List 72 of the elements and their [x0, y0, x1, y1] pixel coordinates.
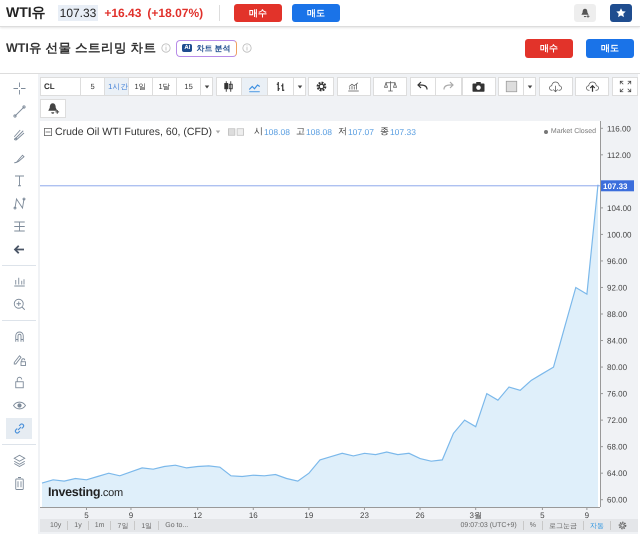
- indicators-icon[interactable]: [336, 77, 371, 96]
- link-tool-icon[interactable]: [6, 418, 32, 439]
- percent-change: (+18.07%): [147, 6, 204, 20]
- ohlc-value: 107.07: [348, 126, 374, 136]
- instrument-name: WTI유: [6, 4, 46, 22]
- y-axis-label: 116.00: [607, 124, 631, 134]
- add-alert-icon[interactable]: [40, 99, 66, 118]
- y-axis-label: 64.00: [607, 469, 628, 478]
- status-dot-icon: [544, 130, 548, 134]
- ohlc-value: 108.08: [264, 126, 290, 136]
- info-icon[interactable]: [161, 43, 172, 53]
- page-title: WTI유 선물 스트리밍 차트: [6, 40, 156, 56]
- x-axis-label: 23: [360, 511, 369, 519]
- y-axis-label: 96.00: [607, 256, 628, 266]
- y-axis-label: 84.00: [607, 336, 628, 346]
- y-axis-label: 88.00: [607, 310, 628, 319]
- x-axis-label: 5: [540, 511, 545, 519]
- x-axis-label: 9: [584, 511, 590, 519]
- cloud-upload-icon[interactable]: [575, 77, 610, 96]
- info-icon[interactable]: [242, 43, 252, 53]
- cloud-download-icon[interactable]: [538, 77, 573, 96]
- y-axis-label: 104.00: [607, 204, 632, 213]
- symbol-field[interactable]: CL: [40, 77, 82, 96]
- chart-type-dropdown-icon[interactable]: [294, 77, 306, 96]
- candles-chart-icon[interactable]: [216, 77, 242, 96]
- fullscreen-icon[interactable]: [612, 77, 638, 96]
- x-axis-label: 12: [193, 511, 202, 519]
- ohlc-label: 저: [338, 125, 347, 138]
- ohlc-value: 108.08: [306, 126, 332, 136]
- color-dropdown-icon[interactable]: [524, 77, 536, 96]
- ohlc-label: 종: [380, 125, 389, 138]
- y-axis-label: 72.00: [607, 416, 628, 426]
- y-axis-label: 112.00: [607, 150, 631, 160]
- settings-icon[interactable]: [308, 77, 334, 96]
- interval-dropdown-icon[interactable]: [201, 77, 214, 96]
- star-icon: [615, 7, 627, 19]
- price-change: +16.43: [104, 6, 142, 20]
- x-axis-label: 9: [128, 511, 134, 519]
- favorite-button[interactable]: [610, 4, 632, 22]
- ref-line-label: 107.33: [603, 182, 628, 191]
- bars-chart-icon[interactable]: [268, 77, 294, 96]
- x-axis-label: 5: [84, 511, 89, 519]
- buy-button[interactable]: 매수: [525, 38, 573, 58]
- ohlc-label: 고: [296, 125, 305, 138]
- instrument-title: Crude Oil WTI Futures, 60, (CFD): [55, 126, 212, 138]
- sell-button[interactable]: 매도: [292, 4, 340, 22]
- chart-logo: Investing.com: [48, 485, 123, 499]
- x-axis-label: 16: [248, 511, 258, 519]
- y-axis-label: 76.00: [607, 390, 628, 399]
- collapse-icon[interactable]: [44, 128, 52, 136]
- bell-plus-icon: [579, 7, 591, 19]
- sell-button[interactable]: 매도: [586, 38, 634, 58]
- x-axis-label: 19: [304, 511, 314, 519]
- legend-toggle-icon[interactable]: [228, 128, 244, 136]
- y-axis-label: 92.00: [607, 283, 628, 292]
- y-axis-label: 60.00: [607, 496, 628, 505]
- undo-icon[interactable]: [410, 77, 436, 96]
- buy-button[interactable]: 매수: [234, 4, 282, 22]
- alert-button[interactable]: [574, 4, 596, 22]
- price-tag: 107.33: [601, 180, 634, 192]
- camera-icon[interactable]: [462, 77, 496, 96]
- caret-icon[interactable]: [214, 128, 221, 134]
- color-swatch-icon[interactable]: [498, 77, 524, 96]
- x-axis-label: 26: [416, 511, 425, 519]
- ohlc-value: 107.33: [390, 126, 416, 136]
- x-axis-label: 3월: [469, 511, 482, 519]
- price-value: 107.33: [58, 5, 98, 21]
- compare-scale-icon[interactable]: [373, 77, 408, 96]
- ohlc-label: 시: [254, 125, 263, 138]
- y-axis-label: 100.00: [607, 230, 632, 240]
- y-axis-label: 68.00: [607, 442, 628, 452]
- y-axis-label: 80.00: [607, 363, 628, 372]
